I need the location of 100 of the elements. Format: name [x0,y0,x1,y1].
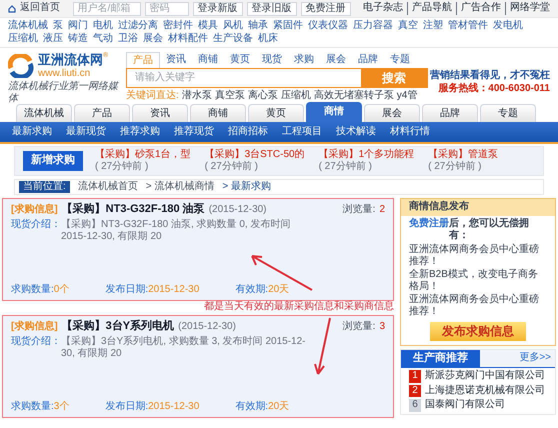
category-link[interactable]: 模具 [198,20,218,32]
login-button[interactable]: 登录新版 [192,2,242,16]
field-value: 20天 [268,284,290,296]
home-link[interactable]: 返回首页 [20,2,60,15]
nav-tab[interactable]: 黄页 [248,104,304,122]
hot-word-link[interactable]: 潜水泵 [182,90,212,102]
category-link[interactable]: 电机 [93,20,113,32]
category-link[interactable]: 密封件 [163,20,193,32]
purchase-link[interactable]: 【采购】3台STC-50的 [204,148,305,161]
field-value: 2015-12-30 [148,400,200,413]
category-link[interactable]: 材料配件 [168,32,208,45]
nav-tab[interactable]: 展会 [364,104,420,122]
logo-url: www.liuti.cn [38,68,92,80]
category-link[interactable]: 气动 [93,32,113,45]
top-link[interactable]: 产品导航 [407,2,452,15]
breadcrumb-link[interactable]: > 最新求购 [222,180,272,194]
nav-tab[interactable]: 流体机械 [16,104,72,122]
views-label: 浏览量: [342,204,376,216]
company-link[interactable]: 斯派莎克阀门中国有限公司 [425,370,545,383]
breadcrumb-link[interactable]: 流体机械首页 [78,180,138,194]
nav-tab[interactable]: 专题 [480,104,536,122]
username-field[interactable]: 用户名/邮箱 [72,2,140,16]
category-link[interactable]: 液压 [43,32,63,45]
purchase-link[interactable]: 【采购】1个多功能程 [318,148,414,161]
category-link[interactable]: 管材管件 [448,20,488,32]
rank-number: 1 [409,370,421,383]
purchase-time: ( 27分钟前 ) [318,161,373,174]
category-link[interactable]: 泵 [53,20,63,32]
top-link[interactable]: 网络学堂 [505,2,550,15]
password-field[interactable]: 密码 [144,2,188,16]
nav-tab[interactable]: 产品 [74,104,130,122]
company-link[interactable]: 国泰阀门有限公司 [425,399,505,412]
category-link[interactable]: 阀门 [68,20,88,32]
subnav-link[interactable]: 材料行情 [390,126,430,138]
top-link[interactable]: 广告合作 [456,2,501,15]
subnav-link[interactable]: 推荐现货 [174,126,214,138]
listing-title[interactable]: 【采购】3台Y系列电机 [62,320,174,334]
hot-word-link[interactable]: y4管 [396,90,418,102]
more-link[interactable]: 更多>> [519,352,555,365]
hot-words-label: 关键词直达: [126,90,179,102]
views-count: 3 [379,321,385,334]
search-tab[interactable]: 资讯 [160,52,192,68]
field-value: 2015-12-30 [148,284,200,296]
nav-tab[interactable]: 品牌 [422,104,478,122]
subnav-link[interactable]: 技术解读 [336,126,376,138]
field-label: 有效期: [235,400,268,413]
hot-word-link[interactable]: 压缩机 [280,90,311,102]
login-button[interactable]: 免费注册 [300,2,350,16]
nav-tab[interactable]: 商情 [306,102,362,122]
category-link[interactable]: 流体机械 [8,20,48,32]
nav-tab[interactable]: 资讯 [132,104,188,122]
rank-number: 6 [409,399,421,412]
listing-title[interactable]: 【采购】NT3-G32F-180 油泵 [62,203,205,217]
search-tab[interactable]: 现货 [256,52,288,68]
category-link[interactable]: 发电机 [493,20,523,32]
subnav-link[interactable]: 最新求购 [12,126,52,138]
publish-button[interactable]: 发布求购信息 [430,322,526,340]
panel-title: 商情信息发布 [401,199,555,216]
category-link[interactable]: 过滤分离 [118,20,158,32]
hot-word-link[interactable]: 离心泵 [248,90,278,102]
logo-text: 亚洲流体网 [38,52,103,68]
category-link[interactable]: 真空 [398,20,418,32]
company-link[interactable]: 上海捷恩诺克机械有限公司 [425,384,545,398]
hot-word-link[interactable]: 高效无堵塞转子泵 [314,90,394,102]
top-link[interactable]: 电子杂志 [363,2,403,15]
nav-tab[interactable]: 商铺 [190,104,246,122]
search-tab[interactable]: 求购 [288,52,320,68]
category-link[interactable]: 紧固件 [273,20,303,32]
subnav-link[interactable]: 工程项目 [282,126,322,138]
field-value: 0个 [54,284,70,296]
purchase-link[interactable]: 【采购】管道泵 [428,148,498,161]
category-link[interactable]: 机床 [258,32,278,45]
hot-word-link[interactable]: 真空泵 [214,90,245,102]
category-link[interactable]: 风机 [223,20,243,32]
views-count: 2 [379,204,385,216]
category-link[interactable]: 生产设备 [213,32,253,45]
description-text: 【采购】3台Y系列电机, 求购数量 3, 发布时间 2015-12-30, 有限期 20 [61,336,306,361]
category-link[interactable]: 展会 [143,32,163,45]
subnav-link[interactable]: 招商招标 [228,126,268,138]
search-tab[interactable]: 专题 [384,52,416,68]
register-link[interactable]: 免费注册 [409,218,449,242]
category-link[interactable]: 铸造 [68,32,88,45]
home-icon[interactable] [8,4,16,12]
search-tab[interactable]: 展会 [320,52,352,68]
category-link[interactable]: 压缩机 [8,32,38,45]
category-link[interactable]: 卫浴 [118,32,138,45]
description-label: 现货介绍： [11,218,61,232]
search-tab[interactable]: 黄页 [224,52,256,68]
search-tab[interactable]: 品牌 [352,52,384,68]
category-link[interactable]: 仪表仪器 [308,20,348,32]
category-link[interactable]: 压力容器 [353,20,393,32]
search-tab[interactable]: 商铺 [192,52,224,68]
purchase-link[interactable]: 【采购】砂泵1台，型 [95,148,191,161]
login-button[interactable]: 登录旧版 [246,2,296,16]
category-link[interactable]: 注塑 [423,20,443,32]
subnav-link[interactable]: 最新现货 [66,126,106,138]
subnav-link[interactable]: 推荐求购 [120,126,160,138]
breadcrumb-link[interactable]: > 流体机械商情 [146,180,214,194]
category-link[interactable]: 轴承 [248,20,268,32]
listing-tag: [求购信息] [11,204,58,216]
